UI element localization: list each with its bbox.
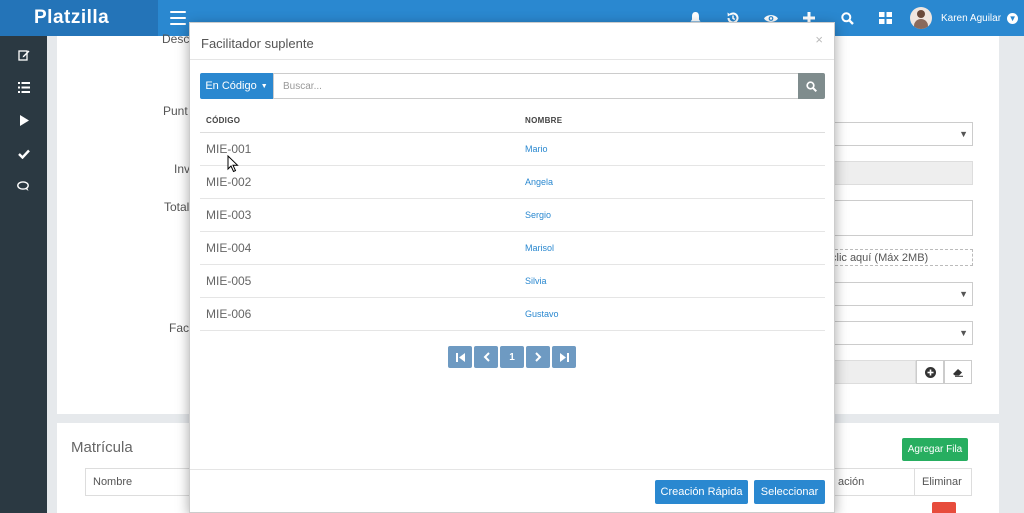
search-input[interactable]: Buscar... (273, 73, 799, 99)
eraser-icon (953, 369, 963, 377)
quick-create-button[interactable]: Creación Rápida (655, 480, 748, 504)
last-page-icon (559, 352, 569, 362)
play-icon[interactable] (0, 104, 47, 137)
avatar (910, 7, 932, 29)
add-row-button[interactable]: Agregar Fila (902, 438, 968, 461)
row-name-link[interactable]: Sergio (525, 199, 551, 231)
search-mode-dropdown[interactable]: En Código ▼ (200, 73, 273, 99)
next-page-button[interactable] (526, 346, 550, 368)
form-label-total: Total (164, 200, 190, 214)
column-header-name[interactable]: NOMBRE (525, 108, 562, 132)
row-code: MIE-006 (206, 307, 252, 321)
page-number-button[interactable]: 1 (500, 346, 524, 368)
plus-circle-icon (924, 366, 936, 378)
table-row[interactable]: MIE-006 Gustavo (200, 298, 825, 331)
delete-row-button[interactable] (932, 502, 956, 513)
user-menu[interactable]: Karen Aguilar ▼ (910, 7, 1019, 29)
sidebar (0, 36, 47, 513)
menu-toggle-icon[interactable] (170, 11, 186, 25)
row-code: MIE-005 (206, 274, 252, 288)
table-row[interactable]: MIE-005 Silvia (200, 265, 825, 298)
chat-icon[interactable] (0, 170, 47, 203)
select-button[interactable]: Seleccionar (754, 480, 825, 504)
table-row[interactable]: MIE-002 Angela (200, 166, 825, 199)
form-select-3[interactable]: ▼ (830, 321, 973, 345)
chevron-down-icon: ▼ (1007, 12, 1019, 24)
row-name-link[interactable]: Gustavo (525, 298, 559, 330)
modal-divider (190, 59, 834, 60)
row-name-link[interactable]: Mario (525, 133, 548, 165)
row-name-link[interactable]: Angela (525, 166, 553, 198)
eraser-button[interactable] (944, 360, 972, 384)
row-code: MIE-004 (206, 241, 252, 255)
form-select-2[interactable]: ▼ (830, 282, 973, 306)
column-header-code[interactable]: CÓDIGO (206, 108, 240, 132)
prev-page-button[interactable] (474, 346, 498, 368)
form-label-investment: Inv (174, 162, 191, 176)
row-code: MIE-003 (206, 208, 252, 222)
facilitator-input (830, 360, 916, 384)
matricula-col-delete: Eliminar (914, 468, 972, 496)
caret-down-icon: ▼ (260, 82, 268, 90)
edit-icon[interactable] (0, 38, 47, 71)
search-mode-label: En Código (205, 80, 257, 92)
last-page-button[interactable] (552, 346, 576, 368)
modal-footer-divider (190, 469, 834, 470)
dropzone-text: clic aquí (Máx 2MB) (831, 252, 929, 264)
pagination: 1 (448, 346, 578, 368)
matricula-title: Matrícula (71, 439, 133, 456)
first-page-icon (455, 352, 465, 362)
modal-title: Facilitador suplente (201, 36, 314, 51)
table-header: CÓDIGO NOMBRE (200, 108, 825, 133)
user-name: Karen Aguilar (941, 12, 1002, 24)
first-page-button[interactable] (448, 346, 472, 368)
search-bar: En Código ▼ Buscar... (200, 73, 825, 99)
form-select-1[interactable]: ▼ (830, 122, 973, 146)
add-circle-button[interactable] (916, 360, 944, 384)
matricula-col-name: Nombre (85, 468, 195, 496)
app-logo[interactable]: Platzilla (0, 0, 158, 36)
table-row[interactable]: MIE-003 Sergio (200, 199, 825, 232)
mouse-cursor-icon (227, 155, 239, 173)
facilitator-table: CÓDIGO NOMBRE MIE-001 Mario MIE-002 Ange… (200, 108, 825, 331)
chevron-left-icon (483, 352, 490, 362)
form-label-points: Punt (163, 104, 188, 118)
grid-icon[interactable] (866, 0, 904, 36)
search-button[interactable] (798, 73, 825, 99)
close-icon[interactable]: × (815, 32, 823, 47)
facilitator-modal: Facilitador suplente × En Código ▼ Busca… (189, 22, 835, 513)
row-name-link[interactable]: Silvia (525, 265, 547, 297)
check-icon[interactable] (0, 137, 47, 170)
matricula-col-action: ación (830, 468, 915, 496)
chevron-right-icon (534, 352, 541, 362)
form-textarea[interactable] (830, 200, 973, 236)
form-readonly-input (830, 161, 973, 185)
table-row[interactable]: MIE-001 Mario (200, 133, 825, 166)
row-name-link[interactable]: Marisol (525, 232, 554, 264)
list-icon[interactable] (0, 71, 47, 104)
table-row[interactable]: MIE-004 Marisol (200, 232, 825, 265)
search-icon (806, 80, 817, 92)
file-dropzone[interactable]: clic aquí (Máx 2MB) (830, 249, 973, 266)
